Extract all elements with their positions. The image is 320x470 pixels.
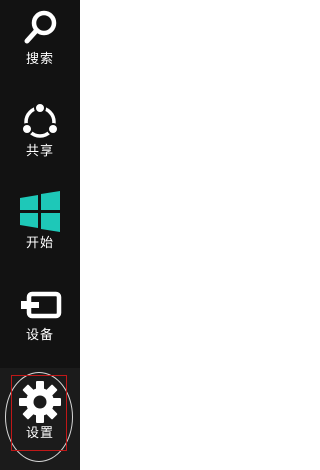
share-charm[interactable]: 共享: [0, 92, 80, 184]
screen: 搜索 共享 开始 设备 设置: [0, 0, 284, 470]
search-icon: [0, 4, 80, 52]
search-charm-label: 搜索: [25, 52, 54, 67]
start-charm-label: 开始: [25, 236, 54, 251]
settings-charm-label: 设置: [25, 426, 54, 441]
share-charm-label: 共享: [25, 144, 54, 159]
devices-charm-label: 设备: [25, 328, 54, 343]
charms-bar: 搜索 共享 开始 设备 设置: [0, 0, 80, 470]
settings-charm[interactable]: 设置: [0, 368, 80, 460]
share-icon: [0, 96, 80, 144]
gear-icon: [0, 378, 80, 426]
devices-charm[interactable]: 设备: [0, 276, 80, 368]
windows-start-icon: [0, 188, 80, 236]
start-charm[interactable]: 开始: [0, 184, 80, 276]
search-charm[interactable]: 搜索: [0, 0, 80, 92]
devices-icon: [0, 280, 80, 328]
